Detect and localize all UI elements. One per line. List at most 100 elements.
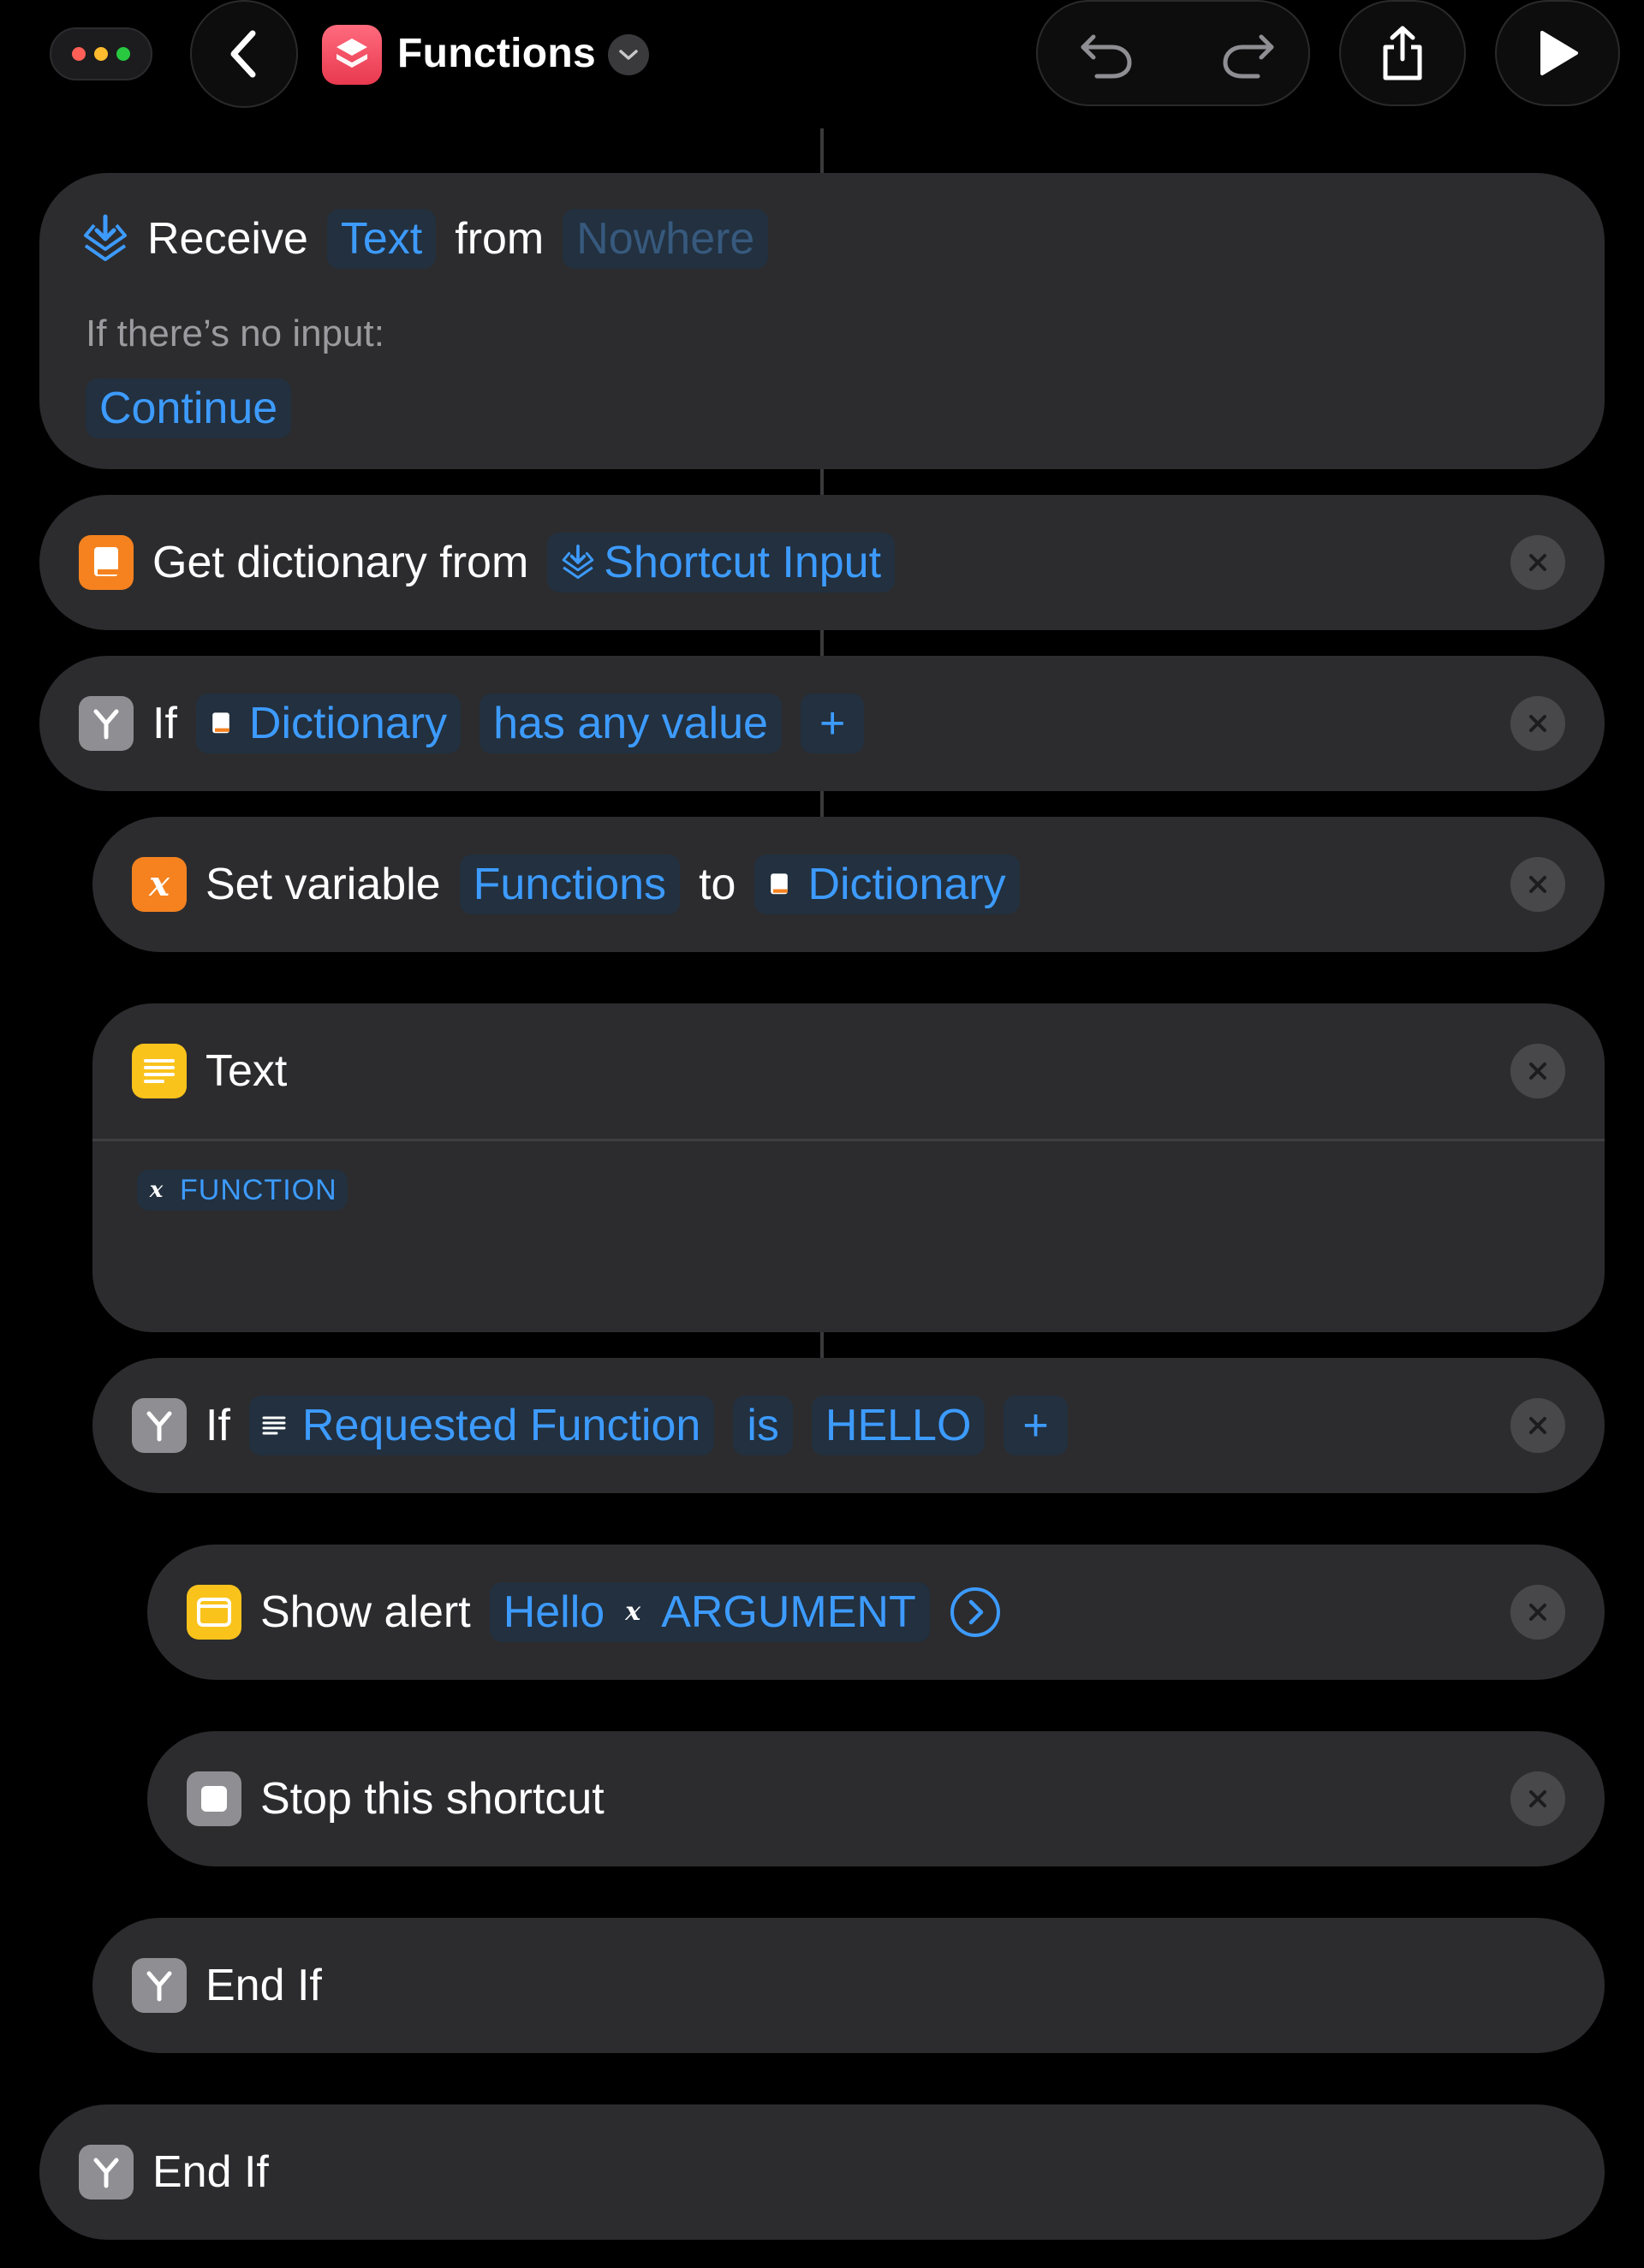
remove-action-button[interactable] <box>1510 857 1565 912</box>
flow-connector <box>820 128 824 173</box>
window-zoom-dot[interactable] <box>116 47 130 61</box>
share-button[interactable] <box>1339 0 1466 106</box>
no-input-behavior-token[interactable]: Continue <box>86 378 292 438</box>
shortcut-input-icon <box>562 545 594 580</box>
shortcut-input-label: Shortcut Input <box>604 538 882 587</box>
variable-x-icon: x <box>149 1177 164 1203</box>
end-if-inner-action[interactable]: End If <box>92 1918 1605 2053</box>
show-alert-action[interactable]: Show alert Hello x ARGUMENT <box>147 1545 1605 1680</box>
text-action-title: Text <box>206 1046 288 1096</box>
shortcut-app-icon[interactable] <box>322 25 382 85</box>
show-alert-label: Show alert <box>260 1587 471 1637</box>
close-icon <box>1529 1604 1546 1621</box>
remove-action-button[interactable] <box>1510 1398 1565 1453</box>
shortcut-input-icon <box>84 214 127 261</box>
set-variable-action[interactable]: x Set variable Functions to Dictionary <box>92 817 1605 952</box>
dictionary-icon <box>759 865 799 904</box>
receive-label: Receive <box>147 214 308 264</box>
end-if-outer-action[interactable]: End If <box>39 2104 1605 2240</box>
remove-action-button[interactable] <box>1510 1044 1565 1098</box>
get-dictionary-label: Get dictionary from <box>152 538 529 587</box>
close-icon <box>1529 1063 1546 1080</box>
chevron-down-icon <box>619 50 638 60</box>
dictionary-variable-label: Dictionary <box>807 860 1006 909</box>
text-divider <box>92 1139 1605 1141</box>
stop-label: Stop this shortcut <box>260 1774 605 1824</box>
toolbar: Functions <box>0 0 1644 120</box>
argument-variable-label: ARGUMENT <box>661 1587 916 1637</box>
close-icon <box>1529 1417 1546 1434</box>
if-requested-function-action[interactable]: If Requested Function is HELLO + <box>92 1358 1605 1493</box>
function-variable-label: FUNCTION <box>180 1174 337 1206</box>
redo-icon <box>1223 34 1274 79</box>
add-condition-button[interactable]: + <box>800 693 865 753</box>
text-lines-icon <box>254 1406 294 1445</box>
flow-connector <box>820 791 824 817</box>
window-close-dot[interactable] <box>72 47 86 61</box>
if-dictionary-action[interactable]: If Dictionary has any value + <box>39 656 1605 791</box>
receive-input-action[interactable]: Receive Text from Nowhere If there’s no … <box>39 173 1605 469</box>
add-condition-button[interactable]: + <box>1004 1396 1068 1455</box>
set-variable-label: Set variable <box>206 860 441 909</box>
redo-button[interactable] <box>1206 26 1291 84</box>
requested-function-token[interactable]: Requested Function <box>248 1396 715 1455</box>
end-if-label: End If <box>152 2147 269 2197</box>
compare-value-token[interactable]: HELLO <box>811 1396 986 1455</box>
stop-square-icon <box>187 1771 241 1826</box>
run-button[interactable] <box>1495 0 1620 106</box>
back-button[interactable] <box>190 0 298 108</box>
undo-redo-group <box>1036 0 1310 106</box>
flow-connector <box>820 1332 824 1358</box>
flow-connector <box>820 469 824 495</box>
dictionary-variable-token[interactable]: Dictionary <box>195 693 462 753</box>
branch-icon <box>79 696 134 751</box>
play-icon <box>1540 31 1578 75</box>
text-lines-icon <box>132 1044 187 1098</box>
layers-icon <box>337 39 367 68</box>
dictionary-variable-token[interactable]: Dictionary <box>754 854 1020 914</box>
remove-action-button[interactable] <box>1510 696 1565 751</box>
dictionary-variable-label: Dictionary <box>248 699 448 748</box>
alert-message-prefix: Hello <box>503 1587 605 1637</box>
if-keyword: If <box>206 1401 230 1450</box>
alert-message-token[interactable]: Hello x ARGUMENT <box>489 1582 930 1642</box>
window-minimize-dot[interactable] <box>94 47 108 61</box>
close-icon <box>1529 554 1546 571</box>
input-source-token[interactable]: Nowhere <box>563 209 769 269</box>
stop-shortcut-action[interactable]: Stop this shortcut <box>147 1731 1605 1866</box>
undo-icon <box>1081 34 1132 79</box>
variable-x-icon: x <box>625 1597 641 1627</box>
operator-token[interactable]: is <box>733 1396 793 1455</box>
branch-icon <box>132 1958 187 2013</box>
remove-action-button[interactable] <box>1510 1771 1565 1826</box>
text-content-field[interactable]: x FUNCTION <box>137 1170 348 1211</box>
close-icon <box>1529 876 1546 893</box>
no-input-label: If there’s no input: <box>86 313 384 354</box>
remove-action-button[interactable] <box>1510 535 1565 590</box>
chevron-left-icon <box>230 30 256 78</box>
end-if-label: End If <box>206 1961 322 2010</box>
branch-icon <box>79 2145 134 2200</box>
get-dictionary-action[interactable]: Get dictionary from Shortcut Input <box>39 495 1605 630</box>
branch-icon <box>132 1398 187 1453</box>
text-action[interactable]: Text x FUNCTION <box>92 1003 1605 1332</box>
if-keyword: If <box>152 699 177 748</box>
function-variable-token[interactable]: x FUNCTION <box>137 1170 348 1211</box>
remove-action-button[interactable] <box>1510 1585 1565 1640</box>
shortcut-input-token[interactable]: Shortcut Input <box>547 533 896 592</box>
condition-token[interactable]: has any value <box>480 693 782 753</box>
variable-name-token[interactable]: Functions <box>459 854 681 914</box>
alert-window-icon <box>187 1585 241 1640</box>
window-controls[interactable] <box>50 27 152 80</box>
close-icon <box>1529 715 1546 732</box>
undo-button[interactable] <box>1063 26 1149 84</box>
input-type-token[interactable]: Text <box>326 209 437 269</box>
requested-function-label: Requested Function <box>301 1401 701 1450</box>
shortcut-title[interactable]: Functions <box>397 26 596 82</box>
title-menu-button[interactable] <box>608 34 649 75</box>
close-icon <box>1529 1790 1546 1807</box>
from-label: from <box>455 214 545 264</box>
variable-x-icon: x <box>132 857 187 912</box>
expand-options-icon[interactable] <box>949 1586 1002 1639</box>
dictionary-icon <box>201 704 241 743</box>
